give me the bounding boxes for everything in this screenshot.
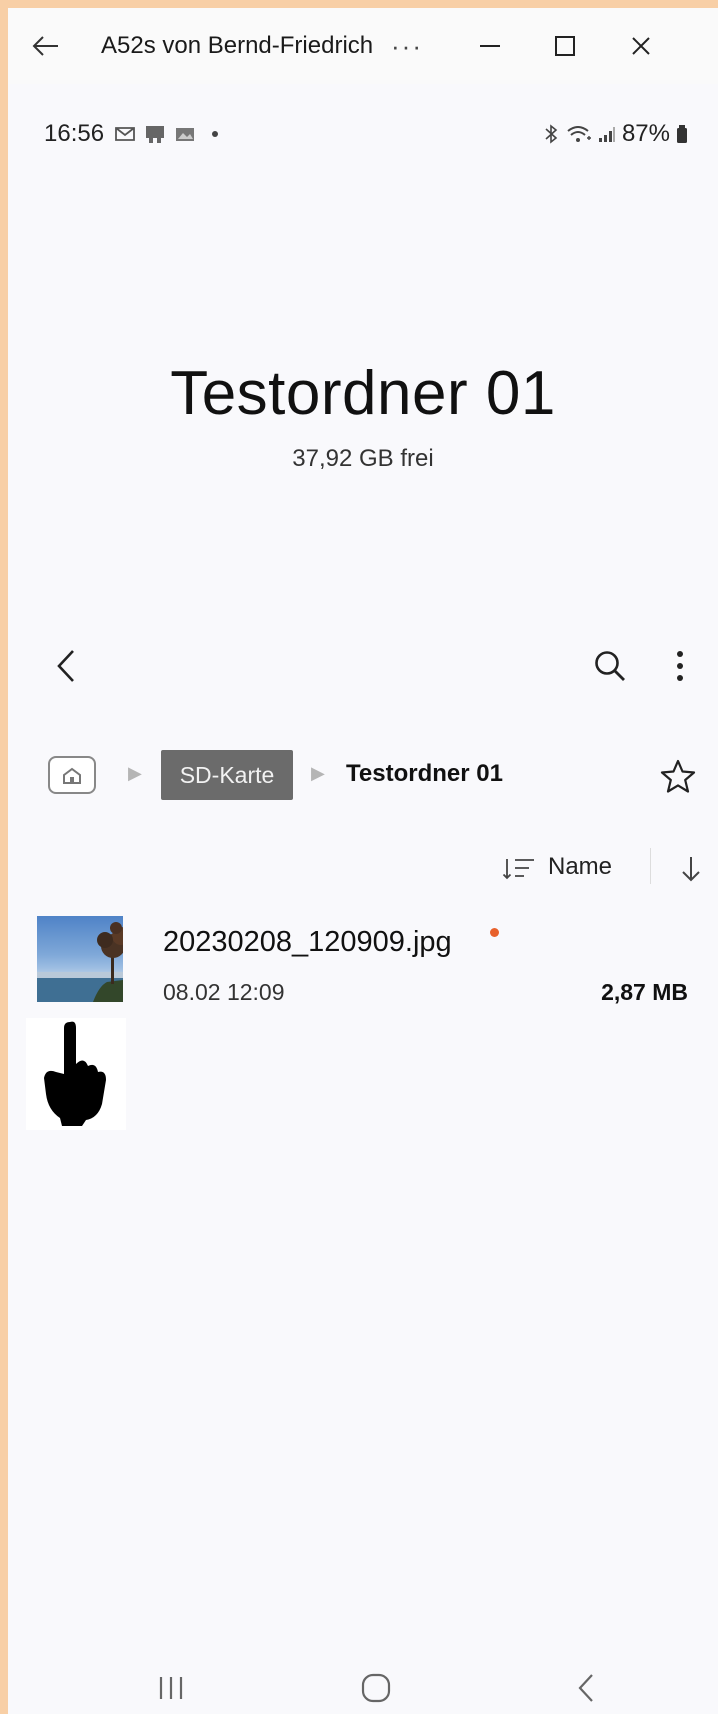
breadcrumb-sd-card[interactable]: SD-Karte xyxy=(161,750,293,800)
breadcrumb-current-folder[interactable]: Testordner 01 xyxy=(346,760,503,788)
breadcrumb-separator-icon: ▶ xyxy=(311,763,325,783)
battery-percent: 87% xyxy=(621,120,670,147)
arrow-down-icon xyxy=(682,857,700,882)
sort-icon xyxy=(502,859,534,880)
phone-mirror-window: A52s von Bernd-Friedrich ··· 16:56 87% T… xyxy=(8,8,718,1714)
window-more-button[interactable]: ··· xyxy=(383,8,431,84)
recent-apps-button[interactable] xyxy=(141,1668,201,1708)
file-thumbnail[interactable] xyxy=(37,916,123,1002)
pointing-hand-icon xyxy=(44,1021,106,1126)
home-nav-button[interactable] xyxy=(346,1668,406,1708)
free-space-label: 37,92 GB frei xyxy=(292,445,434,472)
arrow-left-icon xyxy=(32,36,58,56)
more-vertical-icon xyxy=(677,651,683,681)
status-time: 16:56 xyxy=(44,120,105,147)
breadcrumb-separator-icon: ▶ xyxy=(128,763,142,783)
search-icon xyxy=(595,651,625,681)
search-button[interactable] xyxy=(588,644,632,688)
window-title: A52s von Bernd-Friedrich xyxy=(101,32,373,59)
favorite-button[interactable] xyxy=(656,754,700,798)
window-maximize-button[interactable] xyxy=(540,8,590,84)
photo-thumbnail-icon xyxy=(37,922,123,1002)
chevron-left-icon xyxy=(57,650,74,682)
status-bar-left: 16:56 xyxy=(44,116,220,152)
wifi-icon xyxy=(567,126,591,142)
gmail-icon xyxy=(115,127,135,141)
notification-app-icon xyxy=(146,126,165,143)
breadcrumb-home-button[interactable] xyxy=(48,756,96,794)
recent-apps-icon xyxy=(159,1677,183,1699)
window-close-button[interactable] xyxy=(616,8,666,84)
window-title-bar: A52s von Bernd-Friedrich ··· xyxy=(8,8,718,84)
status-bar-right: 87% xyxy=(542,116,688,152)
minimize-icon xyxy=(480,45,500,47)
file-name: 20230208_120909.jpg xyxy=(163,926,452,958)
battery-icon xyxy=(677,125,687,143)
maximize-icon xyxy=(555,36,575,56)
window-minimize-button[interactable] xyxy=(465,8,515,84)
home-icon xyxy=(63,767,81,784)
pointer-overlay xyxy=(26,1018,126,1130)
star-icon xyxy=(660,759,696,793)
sort-divider xyxy=(650,848,651,884)
more-options-button[interactable] xyxy=(662,644,698,688)
signal-icon xyxy=(598,127,615,142)
home-circle-icon xyxy=(361,1673,391,1703)
more-notifications-dot-icon xyxy=(212,131,219,137)
back-nav-button[interactable] xyxy=(556,1668,616,1708)
close-icon xyxy=(632,37,650,55)
new-item-indicator xyxy=(490,928,499,937)
window-back-button[interactable] xyxy=(20,8,70,84)
folder-title: Testordner 01 xyxy=(170,359,556,428)
file-size: 2,87 MB xyxy=(601,979,688,1005)
navigate-back-button[interactable] xyxy=(44,644,88,688)
sort-direction-button[interactable] xyxy=(672,850,710,888)
chevron-left-icon xyxy=(578,1674,593,1702)
sort-by-name-label[interactable]: Name xyxy=(548,853,612,881)
bluetooth-icon xyxy=(545,124,558,144)
sort-order-button[interactable] xyxy=(500,850,538,888)
file-date: 08.02 12:09 xyxy=(163,979,285,1005)
gallery-icon xyxy=(176,128,195,141)
